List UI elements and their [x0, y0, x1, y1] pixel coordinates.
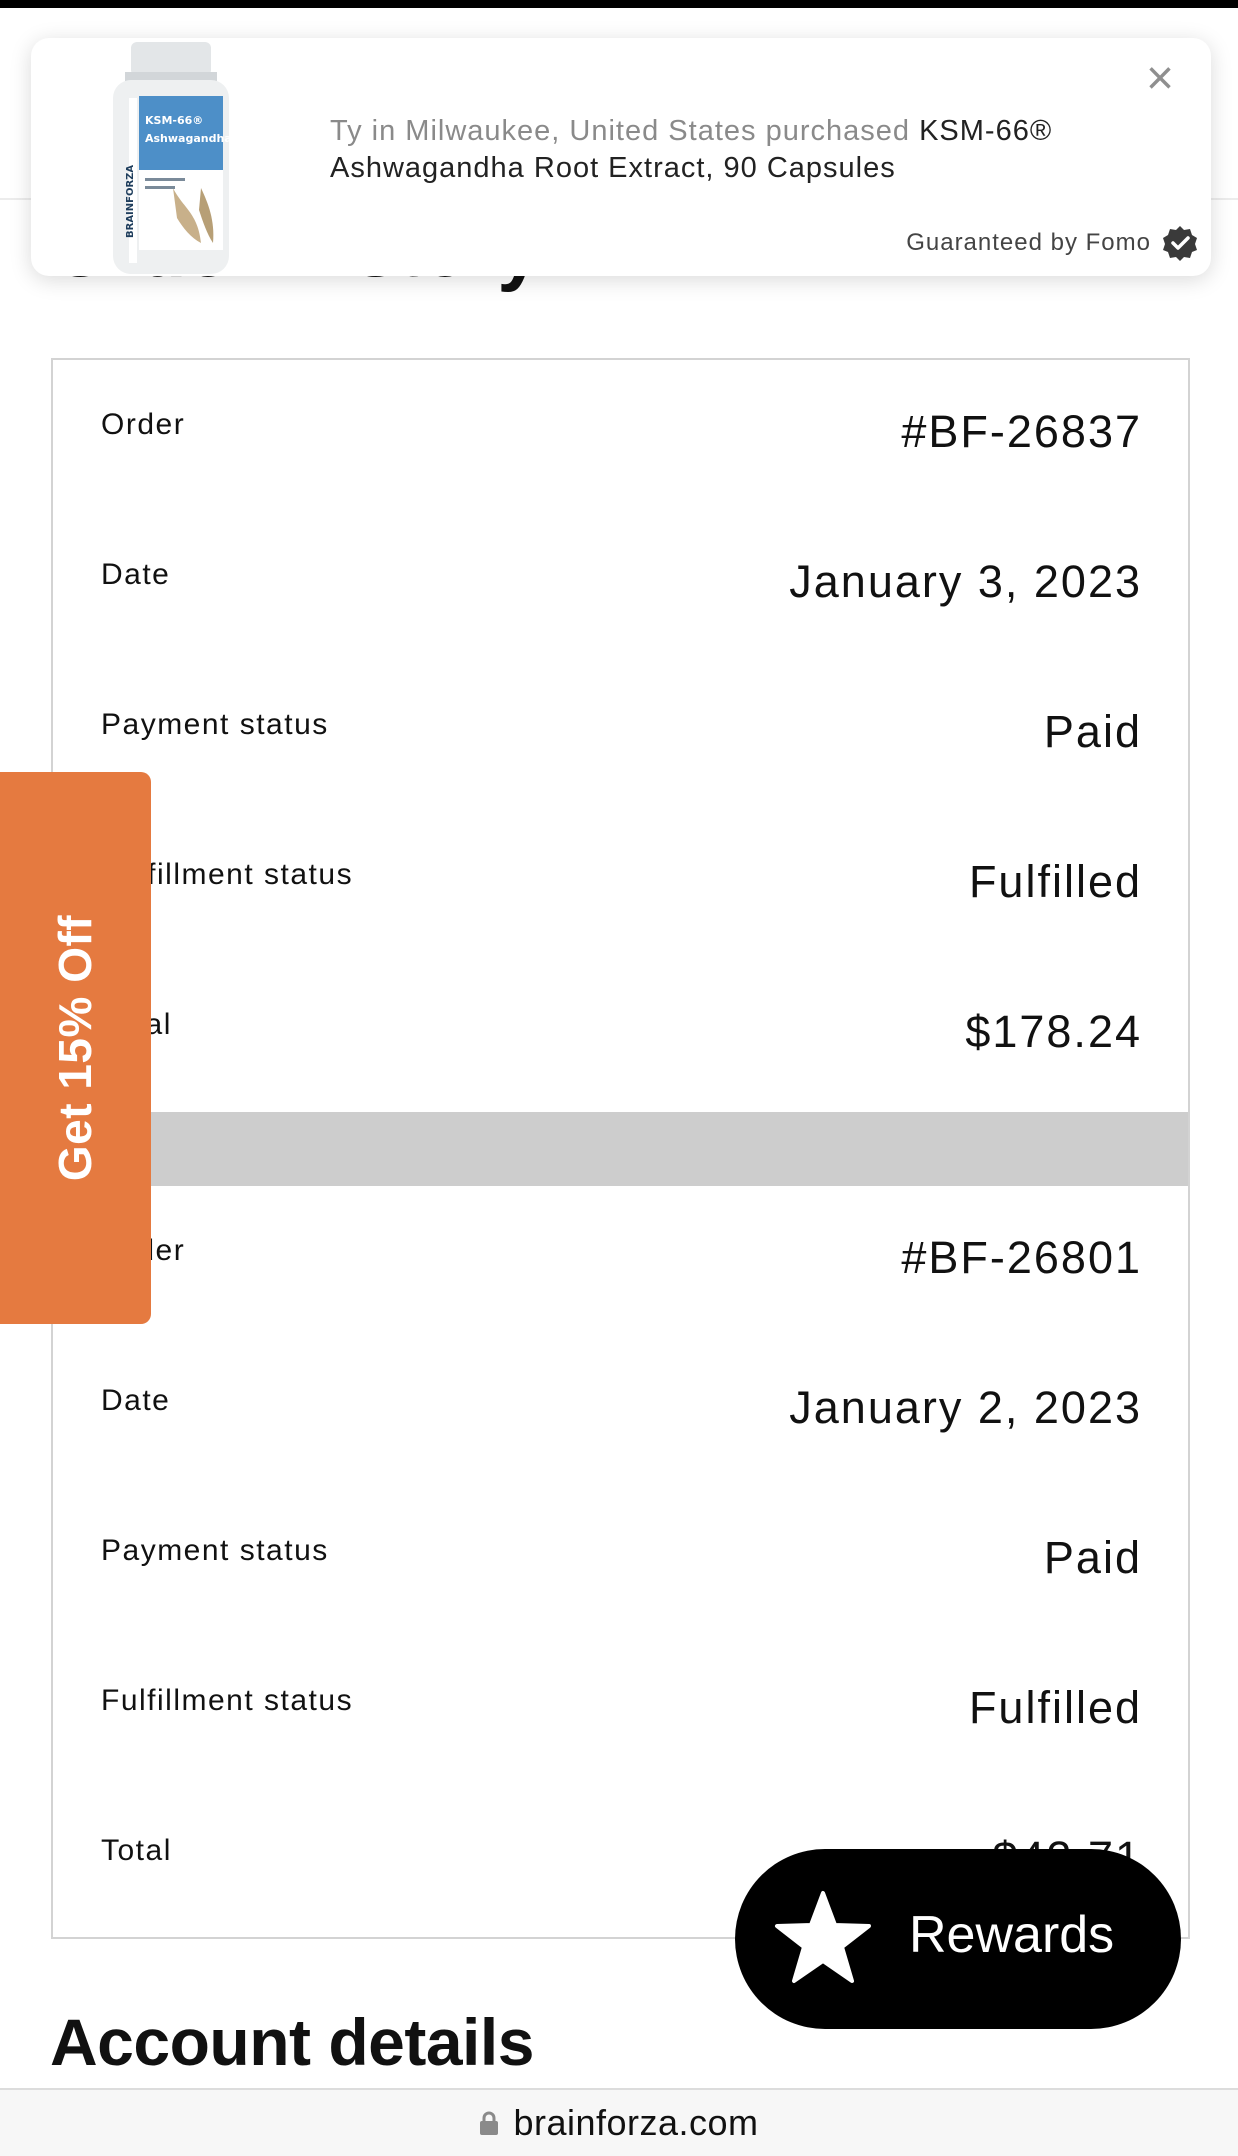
order-row-payment: Payment status Paid — [53, 660, 1188, 810]
discount-tab-label: Get 15% Off — [49, 914, 101, 1182]
row-label: Payment status — [101, 708, 329, 741]
row-value: Fulfilled — [968, 856, 1142, 907]
row-value: Paid — [1043, 706, 1142, 757]
fomo-guarantee[interactable]: Guaranteed by Fomo — [906, 224, 1199, 262]
rewards-button[interactable]: Rewards — [735, 1849, 1181, 2029]
bottle-brand-text: BRAINFORZA — [125, 165, 136, 238]
order-row-number: Order #BF-26837 — [53, 360, 1188, 510]
guarantee-text: Guaranteed by Fomo — [906, 229, 1151, 256]
order-row-payment: Payment status Paid — [53, 1486, 1188, 1636]
order-row-total: Total $178.24 — [53, 960, 1188, 1110]
bottle-label-line1: KSM-66® — [145, 114, 203, 127]
lock-icon — [480, 2111, 499, 2135]
order-separator — [53, 1112, 1188, 1186]
notification-message: Ty in Milwaukee, United States purchased… — [330, 113, 1110, 187]
row-value: $178.24 — [965, 1006, 1142, 1057]
order-row-number: Order #BF-26801 — [53, 1186, 1188, 1336]
product-image: BRAINFORZA KSM-66® Ashwagandha — [113, 42, 232, 274]
verified-badge-icon — [1163, 226, 1197, 261]
row-value: Paid — [1043, 1532, 1142, 1583]
order-row-fulfillment: Fulfillment status Fulfilled — [53, 810, 1188, 960]
row-value: January 2, 2023 — [789, 1382, 1142, 1433]
notification-buyer-text: Ty in Milwaukee, United States purchased — [330, 115, 910, 147]
orders-table: Order #BF-26837 Date January 3, 2023 Pay… — [51, 358, 1190, 1939]
row-label: Date — [101, 1384, 171, 1417]
rewards-label: Rewards — [909, 1906, 1115, 1964]
order-row-date: Date January 3, 2023 — [53, 510, 1188, 660]
bottle-label-line2: Ashwagandha — [145, 132, 232, 145]
order-number-link[interactable]: #BF-26837 — [901, 406, 1142, 458]
row-label: Total — [101, 1834, 172, 1867]
browser-url-bar[interactable]: brainforza.com — [0, 2088, 1238, 2156]
purchase-notification[interactable]: BRAINFORZA KSM-66® Ashwagandha Ty in Mil… — [31, 38, 1211, 276]
row-label: Fulfillment status — [101, 1684, 354, 1717]
close-icon[interactable]: × — [1133, 52, 1187, 106]
url-text: brainforza.com — [513, 2102, 759, 2143]
row-label: Date — [101, 558, 171, 591]
order-row-date: Date January 2, 2023 — [53, 1336, 1188, 1486]
row-value: January 3, 2023 — [789, 556, 1142, 607]
discount-side-tab[interactable]: Get 15% Off — [0, 772, 151, 1324]
order-number-link[interactable]: #BF-26801 — [901, 1232, 1142, 1284]
row-label: Order — [101, 408, 186, 441]
row-value: Fulfilled — [968, 1682, 1142, 1733]
row-label: Payment status — [101, 1534, 329, 1567]
star-icon — [775, 1891, 871, 1983]
account-details-heading: Account details — [50, 2005, 534, 2079]
order-row-fulfillment: Fulfillment status Fulfilled — [53, 1636, 1188, 1786]
top-bar — [0, 0, 1238, 8]
